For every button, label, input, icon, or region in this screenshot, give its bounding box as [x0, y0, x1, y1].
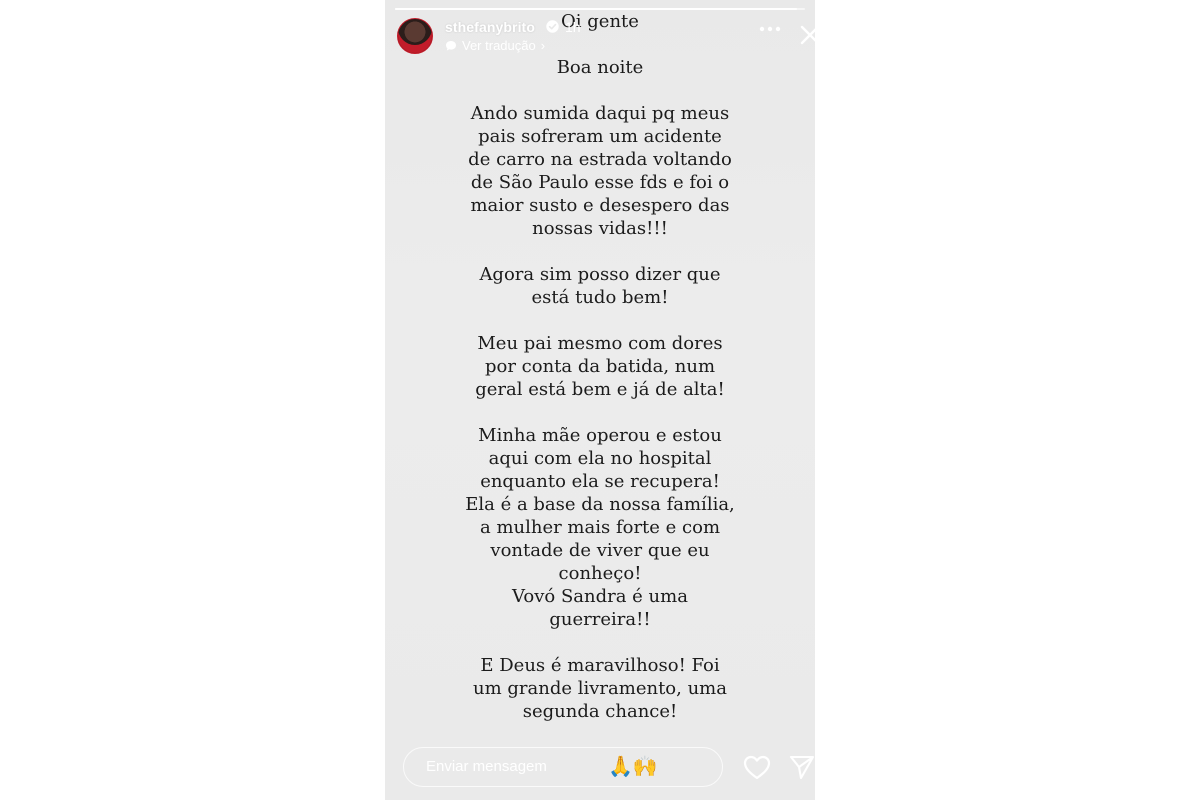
story-username[interactable]: sthefanybrito	[445, 19, 535, 35]
story-paragraph-good-night: Boa noite	[556, 57, 644, 78]
quick-reaction-emoji[interactable]: 🙏🙌	[608, 754, 658, 778]
see-translation-link[interactable]: Ver tradução ›	[445, 38, 545, 53]
story-paragraph-mother: Minha mãe operou e estou aqui com ela no…	[465, 425, 735, 630]
close-icon[interactable]	[799, 24, 815, 46]
verified-badge-icon	[546, 20, 559, 33]
heart-icon[interactable]	[743, 754, 771, 780]
send-icon[interactable]	[789, 754, 815, 780]
story-text: Oi gente Boa noite Ando sumida daqui pq …	[385, 10, 815, 746]
story-timestamp: 1h	[565, 19, 581, 35]
avatar[interactable]	[397, 18, 433, 54]
story-paragraph-god: E Deus é maravilhoso! Foi um grande livr…	[473, 655, 727, 722]
translate-icon	[446, 40, 456, 51]
reply-input[interactable]: Enviar mensagem 🙏🙌	[403, 747, 723, 787]
story-viewer[interactable]: Oi gente Boa noite Ando sumida daqui pq …	[385, 0, 815, 800]
reply-placeholder: Enviar mensagem	[426, 758, 547, 775]
story-paragraph-accident: Ando sumida daqui pq meus pais sofreram …	[468, 103, 732, 239]
more-options-icon[interactable]	[758, 24, 782, 34]
chevron-right-icon: ›	[540, 38, 546, 53]
story-paragraph-father: Meu pai mesmo com dores por conta da bat…	[475, 333, 725, 400]
story-paragraph-all-well: Agora sim posso dizer que está tudo bem!	[479, 264, 721, 308]
see-translation-label: Ver tradução	[462, 38, 536, 53]
